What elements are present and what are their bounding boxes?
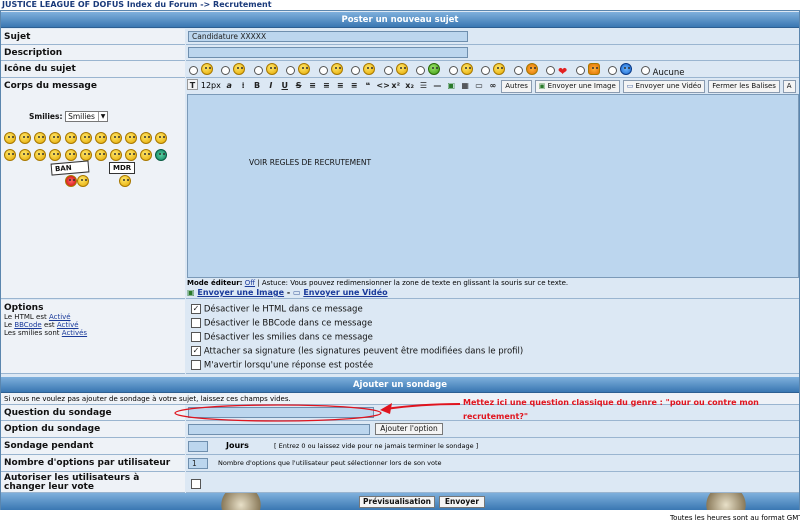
annotation-arrow-line (385, 403, 461, 410)
annotation-line-2: recrutement?" (463, 412, 529, 421)
annotation-overlay (174, 403, 461, 422)
annotation-arrow-head (380, 403, 392, 414)
annotation-text: Mettez ici une question classique du gen… (463, 396, 759, 424)
annotation-ellipse (174, 404, 382, 422)
annotation-line-1: Mettez ici une question classique du gen… (463, 398, 759, 407)
